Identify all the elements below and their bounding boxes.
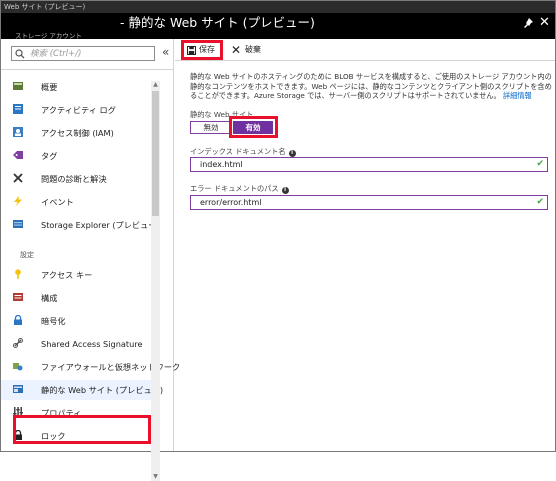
error-doc-label: エラー ドキュメントのパス i [190,184,289,194]
highlight-box [13,415,151,444]
menu-item-firewall[interactable]: ファイアウォールと仮想ネットワーク [1,357,180,377]
lightning-icon [14,196,22,206]
menu-item-iam[interactable]: アクセス制御 (IAM) [1,123,151,143]
pin-icon[interactable] [522,17,534,29]
blade-header: - 静的な Web サイト (プレビュー) ストレージ アカウント ✕ [1,13,555,40]
discard-icon: ✕ [231,43,242,57]
menu-item-encryption[interactable]: 暗号化 [1,311,151,331]
menu-item-access-keys[interactable]: アクセス キー [1,265,151,285]
learn-more-link[interactable]: 詳細情報 [503,91,532,100]
menu-item-storage-explorer[interactable]: Storage Explorer (プレビュー) [1,215,160,235]
overview-icon [13,82,23,90]
page-title: - 静的な Web サイト (プレビュー) [120,15,315,30]
menu-item-activity-log[interactable]: アクティビティ ログ [1,100,151,120]
menu-item-static-website[interactable]: 静的な Web サイト (プレビュー) [1,380,163,400]
link-icon [13,338,23,348]
search-placeholder: 検索 (Ctrl+/) [30,49,82,59]
checkmark-icon: ✔ [536,159,544,169]
highlight-box [229,116,278,138]
menu-item-label: 概要 [41,82,58,92]
menu-item-diagnose[interactable]: 問題の診断と解決 [1,169,151,189]
menu-item-label: 問題の診断と解決 [41,174,107,184]
toolbar: 保存 ✕ 破棄 [175,39,555,61]
error-doc-input[interactable]: error/error.html ✔ [190,195,548,210]
menu-item-tags[interactable]: タグ [1,146,151,166]
menu-item-sas[interactable]: Shared Access Signature [1,334,151,354]
save-icon [187,46,196,55]
index-doc-input[interactable]: index.html ✔ [190,157,548,172]
menu-item-label: Shared Access Signature [41,339,143,349]
info-icon[interactable]: i [288,150,296,157]
menu-item-label: アクセス キー [41,270,93,280]
index-doc-value: index.html [200,160,243,169]
window-titlebar: Web サイト (プレビュー) [1,1,555,13]
save-button[interactable]: 保存 [181,40,223,60]
menu-scrollbar[interactable]: ▲ ▼ [151,81,160,481]
lock-icon [14,315,22,325]
description-text: 静的な Web サイトのホスティングのために BLOB サービスを構成すると、ご… [190,72,552,101]
activity-log-icon [13,104,23,114]
iam-icon [13,127,23,137]
error-doc-value: error/error.html [200,198,262,207]
menu-item-events[interactable]: イベント [1,192,151,212]
menu-item-label: 構成 [41,293,58,303]
index-doc-label: インデックス ドキュメント名 i [190,147,296,157]
checkmark-icon: ✔ [536,197,544,207]
info-icon[interactable]: i [281,187,289,194]
close-icon[interactable]: ✕ [539,16,550,30]
divider [1,69,173,70]
collapse-menu-icon[interactable]: « [162,45,169,59]
discard-label: 破棄 [245,45,261,54]
menu-item-label: アクセス制御 (IAM) [41,128,114,138]
error-doc-label-text: エラー ドキュメントのパス [190,184,279,193]
scroll-thumb[interactable] [152,91,159,216]
menu-item-label: イベント [41,197,74,207]
storage-explorer-icon [13,220,23,228]
resource-menu: 検索 (Ctrl+/) « 概要 アクティビティ ログ アクセス制御 (IAM)… [1,39,180,481]
scroll-down-icon[interactable]: ▼ [151,473,160,481]
firewall-icon [13,363,23,371]
menu-item-label: 暗号化 [41,316,66,326]
toggle-disabled-option[interactable]: 無効 [190,121,232,134]
menu-item-label: タグ [41,151,58,161]
wrench-icon [13,173,23,183]
menu-item-label: アクティビティ ログ [41,105,116,115]
section-settings: 設定 [20,251,34,259]
description: 静的な Web サイトのホスティングのために BLOB サービスを構成すると、ご… [190,72,552,101]
content-pane: 保存 ✕ 破棄 静的な Web サイトのホスティングのために BLOB サービス… [175,39,555,451]
menu-item-label: Storage Explorer (プレビュー) [41,220,160,230]
key-icon [15,269,21,279]
config-icon [13,293,23,301]
search-icon [15,49,25,59]
static-website-icon [13,385,23,393]
menu-item-label: 静的な Web サイト (プレビュー) [41,385,164,395]
scroll-up-icon[interactable]: ▲ [151,81,160,89]
menu-item-config[interactable]: 構成 [1,288,151,308]
window: Web サイト (プレビュー) - 静的な Web サイト (プレビュー) スト… [0,0,556,481]
index-doc-label-text: インデックス ドキュメント名 [190,147,286,156]
tag-icon [13,151,23,159]
search-input[interactable]: 検索 (Ctrl+/) [11,46,155,61]
menu-item-overview[interactable]: 概要 [1,77,151,97]
save-label: 保存 [199,45,215,54]
redacted-account-name [15,17,117,30]
